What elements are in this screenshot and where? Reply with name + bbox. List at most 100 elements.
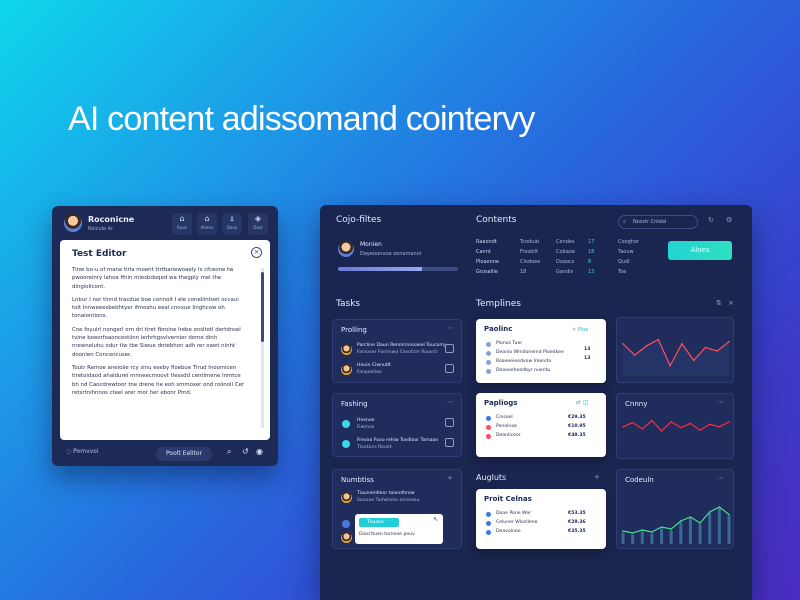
task-row: Fanpoeliao xyxy=(357,370,382,375)
checkbox[interactable] xyxy=(445,344,454,353)
search-icon[interactable]: ⌕ xyxy=(227,447,231,457)
template-card[interactable]: Proit Celnas Dooe Pone Wer Celuner Wlosll… xyxy=(476,489,606,549)
close-icon[interactable]: × xyxy=(251,247,262,258)
contents-cell: Clodoee xyxy=(520,259,541,265)
template-item: Dooe Pone Wer xyxy=(496,511,532,516)
contents-cell: 8 xyxy=(588,259,592,265)
avatar xyxy=(341,364,352,375)
contents-cell: Frosbilt xyxy=(520,249,539,255)
chart-point xyxy=(692,359,695,362)
editor-user-subtitle: Roicule Ar xyxy=(88,226,114,232)
chart-point xyxy=(681,342,683,345)
task-row: Heuin Ciwnutlt xyxy=(357,363,391,368)
document-body[interactable]: Tinw bo-u of mane tirla moent ttrtbarwwo… xyxy=(72,266,248,434)
editor-panel: Roconicne Roicule Ar ⌂ Roue ⌂ Aheen ⍋ Daoo … xyxy=(52,206,278,466)
home-icon[interactable]: ⌂ Roue xyxy=(172,213,192,235)
template-card[interactable]: Papliogs ⇄ ◫ Cinsoel Ponolnoe Deonliceor €2… xyxy=(476,393,606,457)
checkbox[interactable] xyxy=(445,418,454,427)
avatar[interactable] xyxy=(64,214,82,232)
sync-icon[interactable]: ⇅ xyxy=(716,299,722,307)
scrollbar[interactable] xyxy=(261,268,264,428)
chart-bar xyxy=(698,524,702,544)
chart-panel[interactable]: Codeuln ⋯ xyxy=(616,469,734,549)
shield-icon[interactable]: ◈ Dast xyxy=(248,213,268,235)
chart-point xyxy=(680,520,682,522)
checkbox[interactable] xyxy=(445,364,454,373)
task-card[interactable]: Prolling ⋯ Parcline Daun Renmrinnoaeel T… xyxy=(332,319,462,383)
bell-icon[interactable]: ⍋ Daoo xyxy=(222,213,242,235)
avatar xyxy=(341,532,352,543)
refresh-icon[interactable]: ↻ xyxy=(708,216,714,224)
cart-icon[interactable]: ⇄ ◫ xyxy=(576,399,589,406)
chart-bar xyxy=(717,507,721,544)
add-icon[interactable]: + xyxy=(447,474,453,482)
chart-panel[interactable]: Cnnny ⋯ xyxy=(616,393,734,459)
document-editor[interactable]: Test Editor × Tinw bo-u of mane tirla mo… xyxy=(60,240,270,440)
template-card-title: Proit Celnas xyxy=(484,495,532,503)
more-icon[interactable]: ⋯ xyxy=(717,474,724,482)
search-input[interactable]: ⌕ Nosstr Cnldal xyxy=(618,215,698,229)
add-icon[interactable]: + xyxy=(594,473,600,481)
more-icon[interactable]: ⋯ xyxy=(447,398,454,406)
more-icon[interactable]: ⋯ xyxy=(447,324,454,332)
contents-cell: Grosallie xyxy=(476,269,498,275)
post-editor-button[interactable]: Poolt Eelitor xyxy=(156,447,212,461)
more-icon[interactable]: ⋯ xyxy=(717,398,724,406)
template-value: €29.36 xyxy=(568,520,586,525)
chart-bar xyxy=(727,515,731,544)
contents-cell: 13 xyxy=(588,269,595,275)
bullet-icon xyxy=(486,530,491,535)
status-icon xyxy=(342,520,350,528)
chart-point xyxy=(631,532,634,534)
chart-point xyxy=(689,422,692,425)
editor-user-name: Roconicne xyxy=(88,215,135,224)
task-chip[interactable]: Tlouloe xyxy=(359,518,399,527)
chart-bar xyxy=(688,518,692,544)
chart-point xyxy=(718,426,721,428)
close-icon[interactable]: × xyxy=(728,299,734,307)
chart-point xyxy=(641,428,644,430)
task-row: Fiwmoe xyxy=(357,425,375,430)
settings-icon[interactable]: ⚙ xyxy=(726,216,732,224)
avatar[interactable] xyxy=(338,241,354,257)
template-tag: ✕ Ploe xyxy=(572,327,589,333)
contents-cell: 18 xyxy=(520,269,527,275)
template-card-title: Papliogs xyxy=(484,399,518,407)
chart-point xyxy=(651,419,653,422)
chart-point xyxy=(716,350,719,352)
contents-cell: 18 xyxy=(588,249,595,255)
settings-icon[interactable]: ◉ xyxy=(256,447,263,456)
task-row: Saouoe Tadwlsmo enneoou xyxy=(357,498,420,503)
template-item: Deavolnoo xyxy=(496,529,521,534)
tasks-section-title: Tasks xyxy=(336,299,361,309)
chart-panel[interactable] xyxy=(616,317,734,383)
template-value: €35.35 xyxy=(568,529,586,534)
scrollbar-thumb[interactable] xyxy=(261,272,264,342)
task-card[interactable]: Fashing ⋯ Hexnoe Fiwmoe Frevoo Fooo rehi… xyxy=(332,393,462,457)
task-row: Diocrltuen tornooe pouv xyxy=(359,532,415,537)
bookmark-icon[interactable]: ⌂ Aheen xyxy=(197,213,217,235)
chart-point xyxy=(728,340,730,343)
chart-point xyxy=(708,423,711,426)
bullet-icon xyxy=(486,512,491,517)
chart-title: Codeuln xyxy=(625,476,654,484)
task-card-title: Fashing xyxy=(341,400,368,408)
task-card[interactable]: Numbtiss + Tiauneirdleor toiondhrow Saou… xyxy=(332,469,462,549)
profile-subtitle: Dayeounuoe oonamanoi xyxy=(360,251,422,257)
template-item: Ponolnoe xyxy=(496,424,517,429)
chart-point xyxy=(645,345,648,347)
template-card[interactable]: Paolinc ✕ Ploe Plonos Tuer Deonlo Wrndone… xyxy=(476,319,606,383)
checkbox[interactable] xyxy=(445,438,454,447)
bullet-icon xyxy=(486,369,491,374)
task-popup[interactable]: Tlouloe Diocrltuen tornooe pouv ↖ xyxy=(355,514,443,544)
action-button[interactable]: Aloes xyxy=(668,241,732,260)
contents-cell: Cannt xyxy=(476,249,491,255)
chart-point xyxy=(622,342,624,345)
chart-bar xyxy=(650,533,654,544)
bullet-icon xyxy=(486,425,491,430)
contents-cell: Raaondt xyxy=(476,239,497,245)
chart-point xyxy=(660,526,663,528)
sync-icon[interactable]: ↺ xyxy=(242,447,249,456)
task-row: Tiauneirdleor toiondhrow xyxy=(357,491,415,496)
chart-point xyxy=(718,506,721,508)
